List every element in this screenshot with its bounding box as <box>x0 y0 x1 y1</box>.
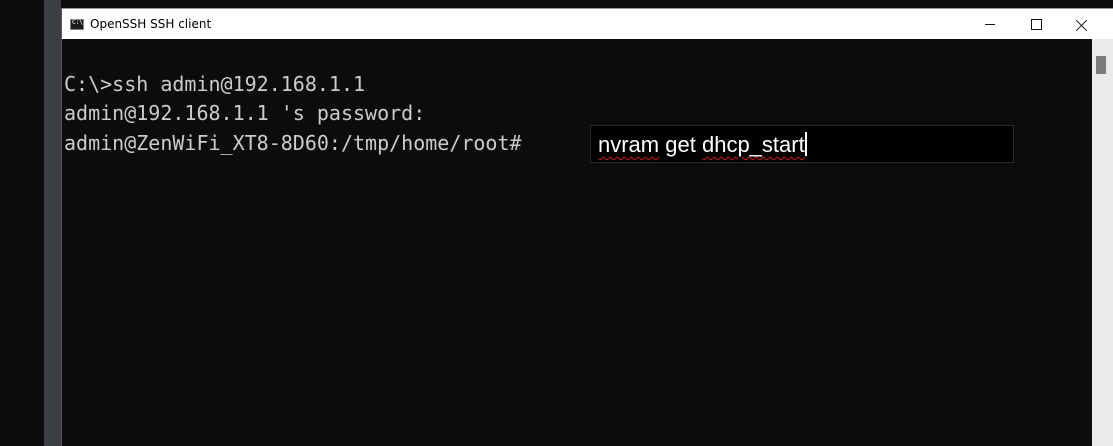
window-title: OpenSSH SSH client <box>90 17 212 31</box>
desktop: OpenSSH SSH client C:\>ssh admin@192.168… <box>0 0 1113 446</box>
maximize-icon <box>1030 19 1042 30</box>
ime-composition-text: nvram get dhcp_start <box>598 132 807 158</box>
maximize-button[interactable] <box>1013 9 1059 40</box>
title-bar[interactable]: OpenSSH SSH client <box>62 8 1113 40</box>
minimize-button[interactable] <box>967 9 1013 40</box>
terminal-prompt: admin@ZenWiFi_XT8-8D60:/tmp/home/root# <box>64 131 522 155</box>
vertical-scrollbar[interactable] <box>1092 39 1113 446</box>
text-caret <box>804 132 807 156</box>
terminal-line: C:\>ssh admin@192.168.1.1 <box>64 72 366 96</box>
ssh-client-window[interactable]: OpenSSH SSH client C:\>ssh admin@192.168… <box>61 8 1113 446</box>
terminal-line: admin@192.168.1.1 's password: <box>64 101 426 125</box>
ime-composition-box[interactable]: nvram get dhcp_start <box>590 125 1014 163</box>
close-button[interactable] <box>1059 9 1105 40</box>
background-window-edge <box>44 0 61 446</box>
close-icon <box>1076 19 1088 31</box>
ime-word: get <box>665 132 696 157</box>
minimize-icon <box>985 24 995 25</box>
terminal-output[interactable]: C:\>ssh admin@192.168.1.1 admin@192.168.… <box>62 39 1092 446</box>
console-icon[interactable] <box>70 19 84 30</box>
ime-word: nvram <box>598 132 660 157</box>
scrollbar-thumb[interactable] <box>1096 56 1106 74</box>
ime-word: dhcp_start <box>701 132 805 157</box>
